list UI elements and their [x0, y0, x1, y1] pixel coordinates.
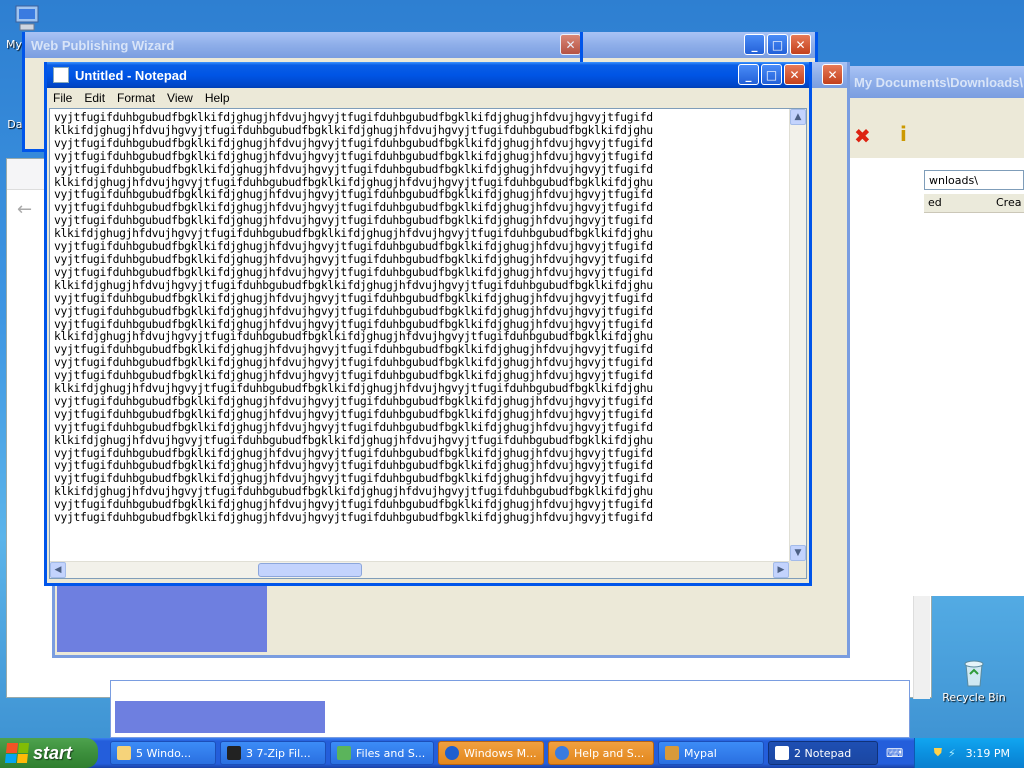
taskbar-button-mypal[interactable]: Mypal — [658, 741, 764, 765]
explorer-address-fragment: My Documents\Downloads\ — [854, 74, 1024, 90]
close-button[interactable]: ✕ — [784, 64, 805, 85]
notepad-hscroll[interactable]: ◀ ▶ — [50, 561, 789, 578]
text-line: vyjtfugifduhbgubudfbgklkifdjghugjhfdvujh… — [54, 148, 653, 163]
notepad-icon — [775, 746, 789, 760]
text-line: vyjtfugifduhbgubudfbgklkifdjghugjhfdvujh… — [54, 290, 653, 305]
desktop-icon-label: Recycle Bin — [942, 691, 1006, 704]
taskbar-button-windows-media[interactable]: Windows M... — [438, 741, 544, 765]
desktop-icon-recycle-bin[interactable]: Recycle Bin — [940, 656, 1008, 704]
notepad-text[interactable]: vyjtfugifduhbgubudfbgklkifdjghugjhfdvujh… — [54, 111, 788, 560]
resize-grip[interactable] — [789, 561, 806, 578]
system-tray: ⛊ ⚡ 3:19 PM — [914, 738, 1024, 768]
properties-icon[interactable]: i — [900, 122, 907, 146]
text-line: klkifdjghugjhfdvujhgvyjtfugifduhbgubudfb… — [54, 381, 653, 396]
taskbar-button-windows[interactable]: 5 Windo... — [110, 741, 216, 765]
background-window-c — [110, 680, 910, 738]
minimize-button[interactable]: _ — [744, 34, 765, 55]
text-line: vyjtfugifduhbgubudfbgklkifdjghugjhfdvujh… — [54, 393, 653, 408]
security-shield-icon[interactable]: ⛊ — [934, 746, 942, 760]
folder-icon — [117, 746, 131, 760]
maximize-button[interactable]: □ — [767, 34, 788, 55]
column-ed[interactable]: ed — [928, 196, 942, 209]
blue-panel — [115, 701, 325, 733]
zip-icon — [227, 746, 241, 760]
wizard-titlebar: Web Publishing Wizard ✕ — [25, 32, 585, 58]
text-line: vyjtfugifduhbgubudfbgklkifdjghugjhfdvujh… — [54, 111, 653, 124]
text-line: klkifdjghugjhfdvujhgvyjtfugifduhbgubudfb… — [54, 277, 653, 292]
notepad-vscroll[interactable]: ▲ ▼ — [789, 109, 806, 561]
back-arrow-icon[interactable]: ← — [17, 199, 32, 220]
background-window-a-titlebar: _ □ ✕ — [583, 32, 815, 58]
notepad-window: Untitled - Notepad _ □ ✕ File Edit Forma… — [44, 62, 812, 586]
network-icon[interactable]: ⚡ — [948, 747, 956, 760]
menu-edit[interactable]: Edit — [78, 91, 111, 105]
menu-file[interactable]: File — [47, 91, 78, 105]
text-line: klkifdjghugjhfdvujhgvyjtfugifduhbgubudfb… — [54, 432, 653, 447]
help-icon — [555, 746, 569, 760]
explorer-column-header: ed Crea — [924, 194, 1024, 213]
scroll-up-arrow[interactable]: ▲ — [790, 109, 806, 125]
recycle-bin-icon — [958, 656, 990, 691]
text-line: vyjtfugifduhbgubudfbgklkifdjghugjhfdvujh… — [54, 135, 653, 150]
text-line: vyjtfugifduhbgubudfbgklkifdjghugjhfdvujh… — [54, 406, 653, 421]
notepad-menubar: File Edit Format View Help — [47, 88, 809, 108]
text-line: klkifdjghugjhfdvujhgvyjtfugifduhbgubudfb… — [54, 122, 653, 137]
explorer-address-bar[interactable]: wnloads\ — [924, 170, 1024, 190]
start-label: start — [33, 742, 73, 763]
scroll-down-arrow[interactable]: ▼ — [790, 545, 806, 561]
wizard-image-panel — [57, 582, 267, 652]
close-button[interactable]: ✕ — [822, 64, 843, 85]
notepad-title: Untitled - Notepad — [75, 67, 187, 83]
text-line: vyjtfugifduhbgubudfbgklkifdjghugjhfdvujh… — [54, 251, 653, 266]
taskbar-button-help-support[interactable]: Help and S... — [548, 741, 654, 765]
desktop-icon-label: My — [6, 38, 23, 51]
maximize-button[interactable]: □ — [761, 64, 782, 85]
clock[interactable]: 3:19 PM — [966, 747, 1010, 760]
text-line: vyjtfugifduhbgubudfbgklkifdjghugjhfdvujh… — [54, 303, 653, 318]
wizard-title: Web Publishing Wizard — [31, 37, 175, 53]
mypal-icon — [665, 746, 679, 760]
hscroll-thumb[interactable] — [258, 563, 362, 577]
windows-logo-icon — [4, 743, 30, 763]
start-button[interactable]: start — [0, 738, 98, 768]
taskbar-button-files-settings[interactable]: Files and S... — [330, 741, 434, 765]
scroll-left-arrow[interactable]: ◀ — [50, 562, 66, 578]
menu-format[interactable]: Format — [111, 91, 161, 105]
notepad-titlebar[interactable]: Untitled - Notepad _ □ ✕ — [47, 62, 809, 88]
delete-icon[interactable]: ✖ — [854, 124, 871, 148]
menu-help[interactable]: Help — [199, 91, 236, 105]
keyboard-icon[interactable]: ⌨ — [886, 746, 903, 760]
text-line: vyjtfugifduhbgubudfbgklkifdjghugjhfdvujh… — [54, 264, 653, 279]
media-player-icon — [445, 746, 459, 760]
column-crea[interactable]: Crea — [996, 196, 1021, 209]
text-line: vyjtfugifduhbgubudfbgklkifdjghugjhfdvujh… — [54, 161, 653, 176]
notepad-text-area[interactable]: vyjtfugifduhbgubudfbgklkifdjghugjhfdvujh… — [49, 108, 807, 579]
notepad-icon — [53, 67, 69, 83]
taskbar-button-7zip[interactable]: 3 7-Zip Fil... — [220, 741, 326, 765]
taskbar: start 5 Windo... 3 7-Zip Fil... Files an… — [0, 738, 1024, 768]
taskbar-button-notepad[interactable]: 2 Notepad — [768, 741, 878, 765]
text-line: vyjtfugifduhbgubudfbgklkifdjghugjhfdvujh… — [54, 419, 653, 434]
files-settings-icon — [337, 746, 351, 760]
menu-view[interactable]: View — [161, 91, 199, 105]
minimize-button[interactable]: _ — [738, 64, 759, 85]
wizard-close-button[interactable]: ✕ — [560, 34, 581, 55]
scroll-right-arrow[interactable]: ▶ — [773, 562, 789, 578]
text-line: vyjtfugifduhbgubudfbgklkifdjghugjhfdvujh… — [54, 510, 653, 525]
close-button[interactable]: ✕ — [790, 34, 811, 55]
